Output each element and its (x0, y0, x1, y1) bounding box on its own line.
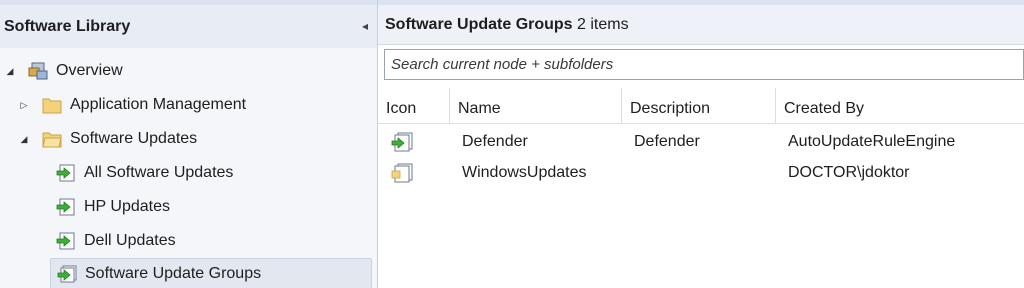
folder-icon (42, 98, 62, 114)
search-input[interactable] (385, 50, 1021, 79)
configmgr-console: Software Library ◂ ◢ Overview ▷ Applicat… (0, 0, 1024, 288)
column-header-icon[interactable]: Icon (378, 88, 450, 123)
tree-item-hp-updates[interactable]: HP Updates (50, 192, 372, 222)
content-title: Software Update Groups 2 items (385, 16, 629, 34)
tree-label: Application Management (70, 96, 247, 113)
collapse-triangle-icon[interactable]: ◢ (18, 124, 30, 154)
tree-item-software-update-groups[interactable]: Software Update Groups (50, 258, 372, 288)
update-groups-icon (57, 265, 77, 283)
cell-description: Defender (634, 133, 700, 150)
software-updates-icon (56, 232, 75, 250)
column-header-description[interactable]: Description (622, 88, 776, 123)
content-header: Software Update Groups 2 items (378, 5, 1024, 45)
item-count: 2 items (577, 16, 629, 33)
nav-header: Software Library ◂ (0, 0, 377, 48)
grid-header: Icon Name Description Created By (378, 88, 1024, 124)
table-row[interactable]: Defender Defender AutoUpdateRuleEngine (378, 126, 1024, 157)
update-group-icon (391, 132, 413, 152)
update-group-icon (391, 163, 413, 183)
tree-label: HP Updates (84, 198, 170, 215)
tree-label: Software Update Groups (85, 265, 262, 282)
tree-item-software-updates[interactable]: ◢ Software Updates (0, 124, 370, 154)
tree-item-all-software-updates[interactable]: All Software Updates (50, 158, 372, 188)
tree-item-overview[interactable]: ◢ Overview (0, 56, 370, 86)
collapse-pane-button[interactable]: ◂ (358, 17, 372, 35)
cell-created-by: DOCTOR\jdoktor (788, 164, 910, 181)
nav-title: Software Library (4, 18, 131, 35)
tree-label: Software Updates (70, 130, 198, 147)
column-header-created-by[interactable]: Created By (776, 88, 1024, 123)
cell-created-by: AutoUpdateRuleEngine (788, 133, 956, 150)
node-title: Software Update Groups (385, 16, 573, 33)
software-updates-icon (56, 198, 75, 216)
column-header-name[interactable]: Name (450, 88, 622, 123)
folder-open-icon (42, 132, 62, 148)
tree-label: Overview (56, 62, 123, 79)
expand-triangle-icon[interactable]: ▷ (18, 90, 30, 120)
navigation-pane: Software Library ◂ ◢ Overview ▷ Applicat… (0, 0, 378, 288)
tree-label: All Software Updates (84, 164, 234, 181)
collapse-triangle-icon[interactable]: ◢ (4, 56, 16, 86)
cell-name: WindowsUpdates (462, 164, 587, 181)
cell-name: Defender (462, 133, 528, 150)
software-updates-icon (56, 164, 75, 182)
tree-item-application-management[interactable]: ▷ Application Management (0, 90, 370, 120)
content-pane: Software Update Groups 2 items Icon Name… (378, 0, 1024, 288)
table-row[interactable]: WindowsUpdates DOCTOR\jdoktor (378, 157, 1024, 188)
tree-item-dell-updates[interactable]: Dell Updates (50, 226, 372, 256)
tree-label: Dell Updates (84, 232, 176, 249)
overview-icon (28, 62, 48, 80)
search-box[interactable] (384, 49, 1024, 80)
